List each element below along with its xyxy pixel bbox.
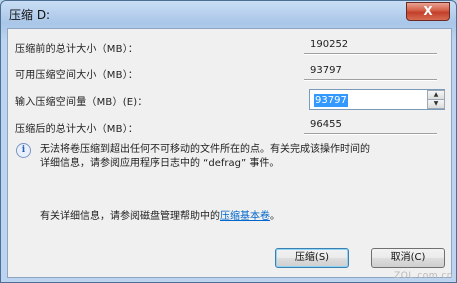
total-before-label: 压缩前的总计大小（MB）： xyxy=(15,44,139,55)
close-icon: X xyxy=(423,4,433,18)
divider xyxy=(304,53,437,55)
selected-text: 93797 xyxy=(314,94,348,107)
shrink-amount-input[interactable]: 93797 xyxy=(311,91,424,108)
shrink-basic-volume-link[interactable]: 压缩基本卷 xyxy=(220,211,270,222)
spin-down-button[interactable]: ▼ xyxy=(427,99,445,109)
info-message: 无法将卷压缩到超出任何不可移动的文件所在的点。有关完成该操作时间的 详细信息，请… xyxy=(40,143,440,171)
dialog-body: 压缩前的总计大小（MB）： 190252 可用压缩空间大小（MB）： 93797… xyxy=(7,28,452,278)
close-button[interactable]: X xyxy=(406,2,450,21)
divider xyxy=(304,79,437,81)
spinner-buttons: ▲ ▼ xyxy=(427,90,445,109)
divider xyxy=(304,133,437,135)
info-icon: i xyxy=(16,143,31,158)
shrink-amount-spinner[interactable]: 93797 ▲ ▼ xyxy=(309,89,445,110)
help-text: 有关详细信息，请参阅磁盘管理帮助中的压缩基本卷。 xyxy=(40,207,280,222)
available-space-value: 93797 xyxy=(310,65,342,76)
info-line-2: 详细信息，请参阅应用程序日志中的 “defrag” 事件。 xyxy=(40,158,280,169)
shrink-amount-label: 输入压缩空间量（MB）(E)： xyxy=(15,97,148,108)
help-prefix: 有关详细信息，请参阅磁盘管理帮助中的 xyxy=(40,211,220,222)
total-after-label: 压缩后的总计大小（MB）： xyxy=(15,124,139,135)
total-after-value: 96455 xyxy=(310,119,342,130)
cancel-button[interactable]: 取消(C) xyxy=(371,248,445,268)
dialog-title: 压缩 D: xyxy=(9,8,51,22)
shrink-button[interactable]: 压缩(S) xyxy=(275,248,349,268)
available-space-label: 可用压缩空间大小（MB）： xyxy=(15,70,139,81)
watermark-logo: ZOL.com.cn xyxy=(394,271,453,281)
info-line-1: 无法将卷压缩到超出任何不可移动的文件所在的点。有关完成该操作时间的 xyxy=(40,144,370,155)
help-suffix: 。 xyxy=(270,211,280,222)
shrink-dialog: 压缩 D: X 压缩前的总计大小（MB）： 190252 可用压缩空间大小（MB… xyxy=(0,0,457,283)
total-before-value: 190252 xyxy=(310,39,349,50)
title-bar: 压缩 D: X xyxy=(1,1,456,27)
